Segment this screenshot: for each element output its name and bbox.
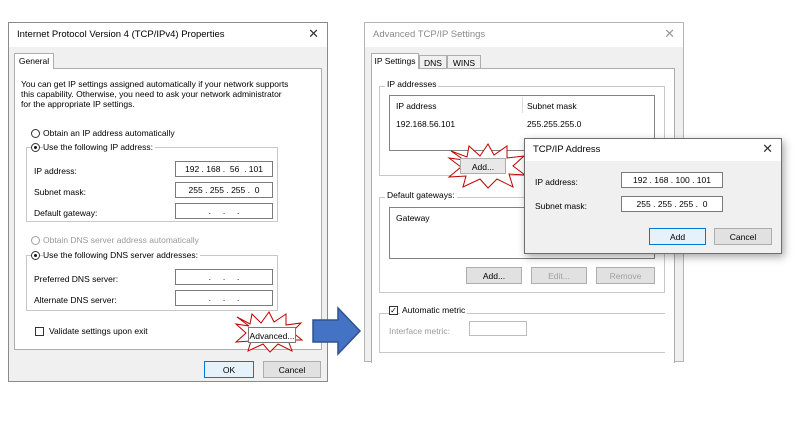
interface-metric-field[interactable]: [469, 321, 527, 336]
col-gateway: Gateway: [396, 213, 430, 223]
default-gateway-field[interactable]: . . .: [175, 203, 273, 219]
preferred-dns-label: Preferred DNS server:: [34, 274, 119, 284]
remove-gateway-button[interactable]: Remove: [596, 267, 655, 284]
popup-subnet-label: Subnet mask:: [535, 201, 587, 211]
description-line-3: for the appropriate IP settings.: [21, 99, 135, 109]
interface-metric-label: Interface metric:: [389, 326, 450, 336]
validate-checkbox[interactable]: [35, 327, 44, 336]
automatic-metric-checkbox[interactable]: ✓: [389, 306, 398, 315]
tab-dns[interactable]: DNS: [419, 55, 447, 69]
obtain-ip-auto-label: Obtain an IP address automatically: [43, 128, 175, 138]
alternate-dns-label: Alternate DNS server:: [34, 295, 117, 305]
use-following-dns-radio[interactable]: [31, 251, 40, 260]
arrow-right-icon: [312, 306, 362, 356]
popup-ip-label: IP address:: [535, 177, 578, 187]
gateways-group-label: Default gateways:: [385, 190, 457, 200]
row-ip-address: 192.168.56.101: [396, 119, 456, 129]
preferred-dns-field[interactable]: . . .: [175, 269, 273, 285]
ipv4-properties-dialog: Internet Protocol Version 4 (TCP/IPv4) P…: [8, 22, 328, 382]
column-divider: [522, 97, 523, 113]
popup-cancel-button[interactable]: Cancel: [714, 228, 772, 245]
ok-button[interactable]: OK: [204, 361, 254, 378]
advanced-button[interactable]: Advanced...: [248, 327, 296, 343]
edit-gateway-button[interactable]: Edit...: [531, 267, 587, 284]
default-gateway-label: Default gateway:: [34, 208, 98, 218]
col-ip-address: IP address: [396, 101, 437, 111]
dialog-title: Advanced TCP/IP Settings: [373, 29, 486, 40]
subnet-mask-label: Subnet mask:: [34, 187, 86, 197]
tcpip-address-dialog: TCP/IP Address ✕ IP address: 192 . 168 .…: [524, 138, 782, 254]
popup-subnet-field[interactable]: 255 . 255 . 255 . 0: [621, 196, 723, 212]
use-following-dns-label: Use the following DNS server addresses:: [43, 250, 200, 260]
tab-wins[interactable]: WINS: [447, 55, 481, 69]
title-bar: TCP/IP Address ✕: [525, 139, 781, 161]
popup-ip-field[interactable]: 192 . 168 . 100 . 101: [621, 172, 723, 188]
ip-address-label: IP address:: [34, 166, 77, 176]
obtain-dns-auto-radio[interactable]: [31, 236, 40, 245]
add-gateway-button[interactable]: Add...: [466, 267, 522, 284]
add-ip-button[interactable]: Add...: [460, 158, 506, 174]
description-line-2: this capability. Otherwise, you need to …: [21, 89, 282, 99]
obtain-ip-auto-radio[interactable]: [31, 129, 40, 138]
alternate-dns-field[interactable]: . . .: [175, 290, 273, 306]
tab-general[interactable]: General: [14, 53, 54, 69]
ip-addresses-group-label: IP addresses: [385, 79, 439, 89]
automatic-metric-label: Automatic metric: [400, 305, 468, 315]
popup-add-button[interactable]: Add: [649, 228, 706, 245]
use-following-ip-radio[interactable]: [31, 143, 40, 152]
tab-ip-settings[interactable]: IP Settings: [371, 53, 419, 69]
obtain-dns-auto-label: Obtain DNS server address automatically: [43, 235, 199, 245]
close-icon[interactable]: ✕: [762, 142, 773, 156]
close-icon[interactable]: ✕: [664, 27, 675, 41]
cancel-button[interactable]: Cancel: [263, 361, 321, 378]
col-subnet-mask: Subnet mask: [527, 101, 577, 111]
close-icon[interactable]: ✕: [308, 27, 319, 41]
row-subnet-mask: 255.255.255.0: [527, 119, 582, 129]
description-line-1: You can get IP settings assigned automat…: [21, 79, 289, 89]
subnet-mask-field[interactable]: 255 . 255 . 255 . 0: [175, 182, 273, 198]
title-bar: Internet Protocol Version 4 (TCP/IPv4) P…: [9, 23, 327, 47]
dialog-title: Internet Protocol Version 4 (TCP/IPv4) P…: [17, 29, 225, 40]
validate-label: Validate settings upon exit: [49, 326, 148, 336]
ip-address-field[interactable]: 192 . 168 . 56 . 101: [175, 161, 273, 177]
use-following-ip-label: Use the following IP address:: [43, 142, 155, 152]
dialog-title: TCP/IP Address: [533, 144, 601, 155]
title-bar: Advanced TCP/IP Settings ✕: [365, 23, 683, 47]
